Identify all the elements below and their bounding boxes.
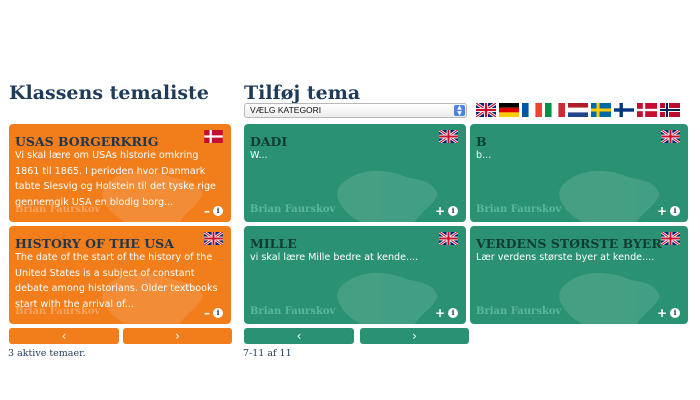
map-watermark-icon [559,272,660,324]
info-icon[interactable]: i [670,206,680,216]
german-flag-icon[interactable] [499,103,519,117]
theme-card-title: B [476,134,487,149]
class-theme-list-heading: Klassens temaliste [9,82,209,104]
theme-card[interactable]: DADI W... Brian Faurskov + i [244,124,466,222]
previous-page-button[interactable]: ‹ [9,328,119,344]
add-theme-button[interactable]: + [435,205,445,217]
remove-theme-button[interactable]: – [204,307,210,319]
dutch-flag-icon[interactable] [568,103,588,117]
theme-card-author: Brian Faurskov [15,306,101,317]
add-theme-button[interactable]: + [435,307,445,319]
uk-flag-icon [439,130,458,143]
map-watermark-icon [337,272,438,324]
theme-card-title: DADI [250,134,288,149]
theme-card-title: HISTORY OF THE USA [15,236,174,251]
category-select[interactable]: VÆLG KATEGORI ▲ ▼ [244,103,467,118]
italian-flag-icon[interactable] [545,103,565,117]
uk-flag-icon [204,232,223,245]
theme-card-author: Brian Faurskov [250,306,336,317]
previous-page-button[interactable]: ‹ [244,328,354,344]
danish-flag-icon[interactable] [637,103,657,117]
add-theme-button[interactable]: + [657,205,667,217]
french-flag-icon[interactable] [522,103,542,117]
map-watermark-icon [559,170,660,222]
uk-flag-icon[interactable] [476,103,496,117]
info-icon[interactable]: i [448,206,458,216]
info-icon[interactable]: i [670,308,680,318]
theme-card[interactable]: B b... Brian Faurskov + i [470,124,688,222]
finnish-flag-icon[interactable] [614,103,634,117]
next-page-button[interactable]: › [123,328,232,344]
map-watermark-icon [337,170,438,222]
add-theme-heading: Tilføj tema [244,82,361,104]
danish-flag-icon [204,130,223,143]
theme-card-author: Brian Faurskov [476,204,562,215]
theme-card-description: The date of the start of the history of … [15,252,218,310]
language-filter [476,103,680,117]
theme-card-title: MILLE [250,236,297,251]
info-icon[interactable]: i [213,206,223,216]
uk-flag-icon [661,232,680,245]
remove-theme-button[interactable]: – [204,205,210,217]
category-select-value: VÆLG KATEGORI [250,105,322,115]
active-themes-count: 3 aktive temaer. [8,348,86,359]
info-icon[interactable]: i [448,308,458,318]
theme-card-author: Brian Faurskov [250,204,336,215]
theme-card-description: W... [250,150,268,161]
theme-card-title: VERDENS STØRSTE BYER [476,236,662,251]
pagination-status: 7-11 af 11 [243,348,292,359]
theme-card-description: Vi skal lære om USAs historie omkring 18… [15,150,216,208]
add-theme-button[interactable]: + [657,307,667,319]
norwegian-flag-icon[interactable] [660,103,680,117]
theme-card-description: b... [476,150,492,161]
theme-card[interactable]: HISTORY OF THE USA The date of the start… [9,226,231,324]
theme-card-author: Brian Faurskov [15,204,101,215]
next-page-button[interactable]: › [360,328,469,344]
uk-flag-icon [661,130,680,143]
theme-card-author: Brian Faurskov [476,306,562,317]
info-icon[interactable]: i [213,308,223,318]
swedish-flag-icon[interactable] [591,103,611,117]
theme-card[interactable]: VERDENS STØRSTE BYER Lær verdens største… [470,226,688,324]
uk-flag-icon [439,232,458,245]
theme-card-title: USAS BORGERKRIG [15,134,159,149]
theme-card-description: vi skal lære Mille bedre at kende.... [250,252,419,263]
select-arrows-icon: ▲ ▼ [454,105,465,116]
theme-card-description: Lær verdens største byer at kende.... [476,252,655,263]
theme-card[interactable]: USAS BORGERKRIG Vi skal lære om USAs his… [9,124,231,222]
theme-card[interactable]: MILLE vi skal lære Mille bedre at kende.… [244,226,466,324]
